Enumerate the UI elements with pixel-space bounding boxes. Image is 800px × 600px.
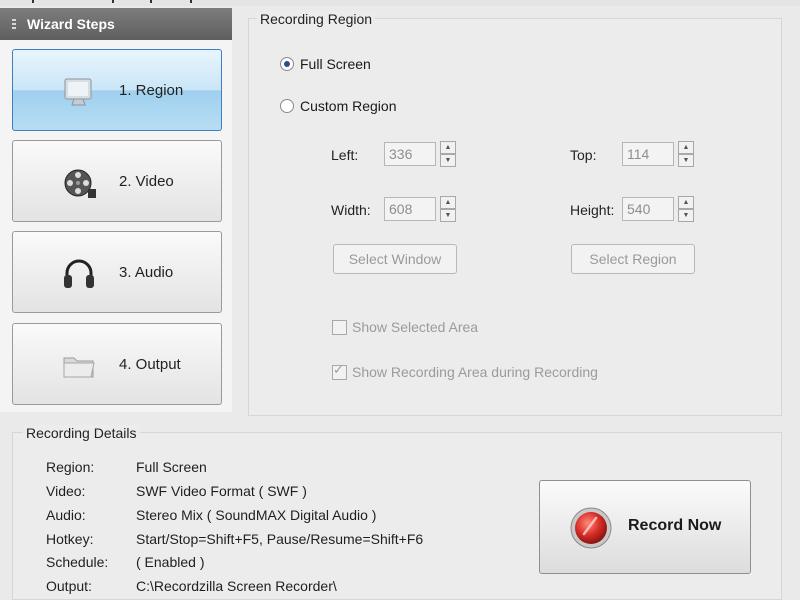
detail-value: C:\Recordzilla Screen Recorder\: [136, 578, 337, 594]
checkmark-icon: ✓: [333, 361, 344, 377]
record-now-button[interactable]: Record Now: [539, 480, 751, 574]
full-screen-radio[interactable]: Full Screen: [280, 56, 371, 72]
record-icon: [570, 507, 612, 549]
spin-down-icon[interactable]: ▼: [678, 209, 694, 222]
select-region-button[interactable]: Select Region: [571, 244, 695, 274]
spin-up-icon[interactable]: ▲: [440, 141, 456, 154]
select-window-button[interactable]: Select Window: [333, 244, 457, 274]
step-label: 3. Audio: [119, 264, 174, 281]
detail-key: Audio:: [46, 507, 86, 523]
full-screen-label: Full Screen: [300, 56, 371, 72]
custom-region-radio[interactable]: Custom Region: [280, 98, 397, 114]
height-spinner[interactable]: ▲ ▼: [678, 196, 694, 222]
detail-key: Region:: [46, 459, 95, 475]
film-reel-icon: [64, 169, 96, 198]
width-input[interactable]: 608: [384, 197, 436, 221]
height-label: Height:: [570, 202, 615, 218]
recording-region-title: Recording Region: [257, 11, 376, 27]
left-spinner[interactable]: ▲ ▼: [440, 141, 456, 167]
step-video-button[interactable]: 2. Video: [12, 140, 222, 222]
checkbox-box: ✓: [332, 361, 347, 380]
monitor-icon: [64, 78, 92, 106]
detail-value: SWF Video Format ( SWF ): [136, 483, 307, 499]
headphones-icon: [64, 259, 94, 288]
spin-up-icon[interactable]: ▲: [678, 196, 694, 209]
custom-region-label: Custom Region: [300, 98, 397, 114]
top-input[interactable]: 114: [622, 142, 674, 166]
radio-indicator: [280, 57, 294, 71]
step-label: 4. Output: [119, 356, 181, 373]
step-label: 2. Video: [119, 173, 174, 190]
step-region-button[interactable]: 1. Region: [12, 49, 222, 131]
width-spinner[interactable]: ▲ ▼: [440, 196, 456, 222]
left-input[interactable]: 336: [384, 142, 436, 166]
folder-icon: [63, 357, 95, 378]
recording-region-group: [248, 18, 782, 416]
top-label: Top:: [570, 147, 597, 163]
detail-value: ( Enabled ): [136, 554, 205, 570]
detail-value: Full Screen: [136, 459, 207, 475]
wizard-steps-panel: Wizard Steps 1. Region 2. Video 3. Audio: [0, 8, 232, 412]
show-recording-area-label: Show Recording Area during Recording: [352, 364, 598, 380]
show-selected-area-label: Show Selected Area: [352, 319, 479, 335]
wizard-title: Wizard Steps: [27, 16, 115, 32]
top-spinner[interactable]: ▲ ▼: [678, 141, 694, 167]
detail-value: Stereo Mix ( SoundMAX Digital Audio ): [136, 507, 377, 523]
step-label: 1. Region: [119, 82, 184, 99]
spin-up-icon[interactable]: ▲: [678, 141, 694, 154]
detail-key: Video:: [46, 483, 86, 499]
wizard-header: Wizard Steps: [0, 8, 232, 40]
spin-down-icon[interactable]: ▼: [440, 154, 456, 167]
detail-key: Hotkey:: [46, 531, 94, 547]
height-input[interactable]: 540: [622, 197, 674, 221]
show-recording-area-checkbox[interactable]: ✓ Show Recording Area during Recording: [332, 361, 598, 380]
radio-indicator: [280, 99, 294, 113]
step-audio-button[interactable]: 3. Audio: [12, 231, 222, 313]
detail-key: Output:: [46, 578, 92, 594]
step-output-button[interactable]: 4. Output: [12, 323, 222, 405]
grip-icon: [12, 19, 16, 31]
width-label: Width:: [331, 202, 371, 218]
record-now-label: Record Now: [628, 517, 722, 534]
top-window-strip: [0, 0, 800, 6]
spin-down-icon[interactable]: ▼: [678, 154, 694, 167]
spin-down-icon[interactable]: ▼: [440, 209, 456, 222]
recording-details-title: Recording Details: [23, 425, 140, 441]
detail-value: Start/Stop=Shift+F5, Pause/Resume=Shift+…: [136, 531, 424, 547]
detail-key: Schedule:: [46, 554, 109, 570]
show-selected-area-checkbox[interactable]: Show Selected Area: [332, 319, 478, 335]
checkbox-box: [332, 319, 347, 335]
spin-up-icon[interactable]: ▲: [440, 196, 456, 209]
left-label: Left:: [331, 147, 359, 163]
